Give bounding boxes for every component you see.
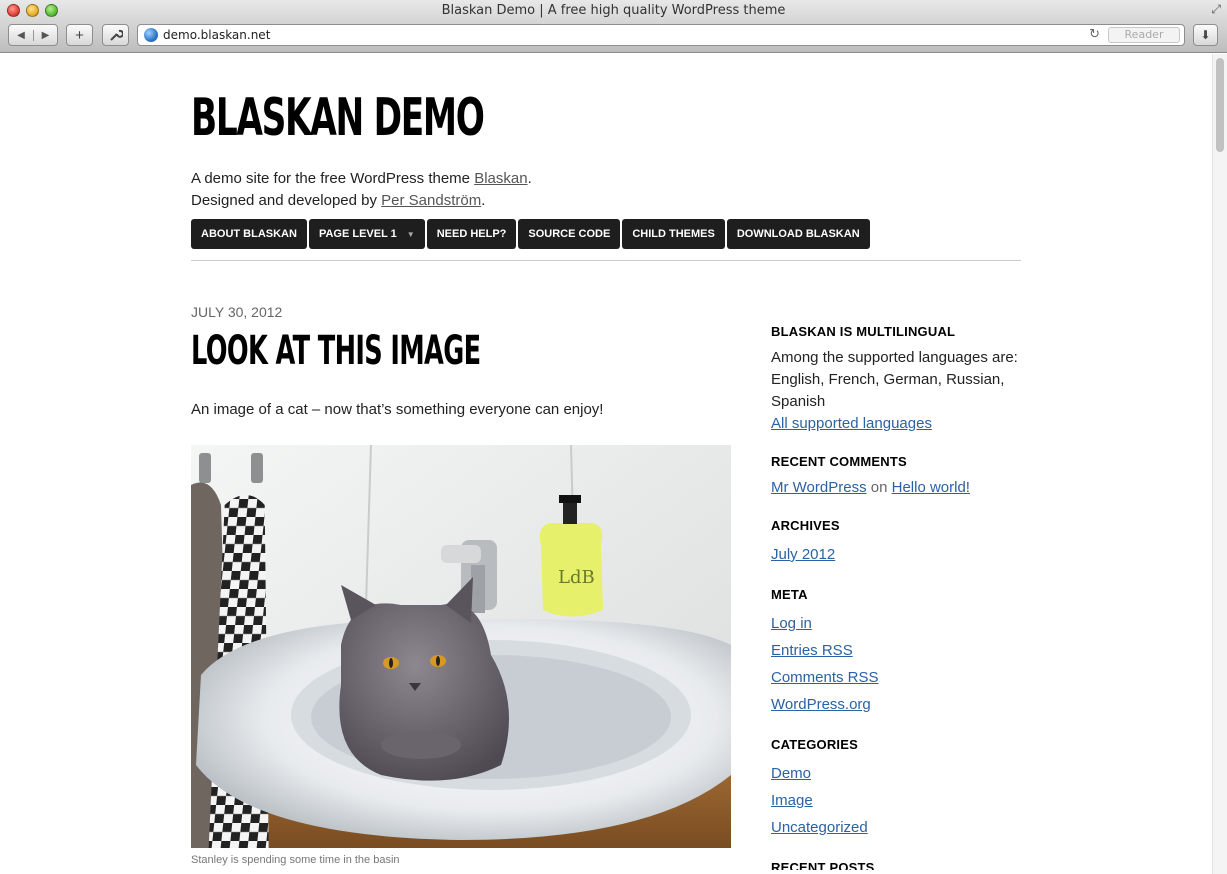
- downloads-icon[interactable]: ⬇: [1193, 24, 1218, 46]
- tagline-text: A demo site for the free WordPress theme: [191, 170, 475, 187]
- site-tagline: A demo site for the free WordPress theme…: [191, 168, 532, 212]
- bottle-label-text: LdB: [558, 567, 595, 588]
- widget-title: META: [771, 587, 808, 602]
- post-excerpt: An image of a cat – now that’s something…: [191, 401, 604, 418]
- sidebar: BLASKAN IS MULTILINGUAL Among the suppor…: [771, 324, 1031, 874]
- archive-link-july-2012[interactable]: July 2012: [771, 546, 835, 563]
- header-divider: [191, 260, 1021, 261]
- widget-title: BLASKAN IS MULTILINGUAL: [771, 324, 956, 339]
- multilingual-widget: BLASKAN IS MULTILINGUAL Among the suppor…: [771, 324, 1031, 435]
- back-forward-group: ◀ ▶: [8, 24, 58, 46]
- window-title: Blaskan Demo | A free high quality WordP…: [441, 3, 786, 18]
- nav-download-blaskan[interactable]: DOWNLOAD BLASKAN: [726, 219, 870, 249]
- post-title[interactable]: LOOK AT THIS IMAGE: [191, 328, 481, 374]
- archives-widget: ARCHIVES July 2012: [771, 518, 1031, 568]
- categories-widget: CATEGORIES Demo Image Uncategorized: [771, 737, 1031, 841]
- cat-in-sink-photo[interactable]: LdB: [191, 445, 731, 848]
- category-demo-link[interactable]: Demo: [771, 765, 811, 782]
- nav-label: PAGE LEVEL 1: [318, 228, 397, 240]
- reload-icon[interactable]: ↻: [1089, 27, 1100, 42]
- widget-text: Among the supported languages are: Engli…: [771, 349, 1018, 410]
- browser-toolbar: Blaskan Demo | A free high quality WordP…: [0, 0, 1227, 53]
- blaskan-link[interactable]: Blaskan: [474, 170, 527, 187]
- address-bar[interactable]: demo.blaskan.net ↻ Reader: [137, 24, 1185, 46]
- nav-need-help[interactable]: NEED HELP?: [426, 219, 517, 249]
- widget-title: RECENT COMMENTS: [771, 454, 907, 469]
- post-date[interactable]: JULY 30, 2012: [191, 304, 282, 320]
- site-title[interactable]: BLASKAN DEMO: [191, 88, 485, 148]
- image-caption: Stanley is spending some time in the bas…: [191, 854, 400, 866]
- author-link[interactable]: Per Sandström: [381, 192, 481, 209]
- main-navigation: ABOUT BLASKAN PAGE LEVEL 1 ▼ NEED HELP? …: [191, 219, 870, 249]
- widget-title: RECENT POSTS: [771, 860, 875, 870]
- wrench-icon[interactable]: [102, 24, 129, 46]
- tagline-punct: .: [481, 192, 486, 209]
- nav-about-blaskan[interactable]: ABOUT BLASKAN: [191, 219, 307, 249]
- dropdown-arrow-icon: ▼: [406, 229, 415, 239]
- back-button[interactable]: ◀: [9, 30, 33, 41]
- all-languages-link[interactable]: All supported languages: [771, 415, 932, 432]
- nav-child-themes[interactable]: CHILD THEMES: [622, 219, 725, 249]
- comment-on-text: on: [870, 479, 888, 496]
- comments-rss-link[interactable]: Comments RSS: [771, 669, 879, 686]
- scrollbar[interactable]: [1212, 54, 1227, 874]
- scrollbar-thumb[interactable]: [1216, 58, 1224, 152]
- log-in-link[interactable]: Log in: [771, 615, 812, 632]
- tagline-text: Designed and developed by: [191, 192, 382, 209]
- globe-icon: [144, 28, 158, 42]
- wordpress-org-link[interactable]: WordPress.org: [771, 696, 871, 713]
- recent-comments-widget: RECENT COMMENTS Mr WordPress on Hello wo…: [771, 454, 1031, 499]
- tagline-punct: .: [527, 170, 532, 187]
- recent-posts-widget: RECENT POSTS: [771, 860, 1031, 870]
- add-bookmark-button[interactable]: +: [66, 24, 93, 46]
- widget-title: CATEGORIES: [771, 737, 858, 752]
- comment-post-link[interactable]: Hello world!: [892, 479, 970, 496]
- widget-title: ARCHIVES: [771, 518, 840, 533]
- forward-button[interactable]: ▶: [32, 29, 57, 41]
- comment-author-link[interactable]: Mr WordPress: [771, 479, 867, 496]
- entries-rss-link[interactable]: Entries RSS: [771, 642, 853, 659]
- reader-button[interactable]: Reader: [1108, 27, 1180, 43]
- category-uncategorized-link[interactable]: Uncategorized: [771, 819, 868, 836]
- fullscreen-icon[interactable]: ⤢: [1211, 2, 1221, 17]
- meta-widget: META Log in Entries RSS Comments RSS Wor…: [771, 587, 1031, 718]
- nav-page-level-1[interactable]: PAGE LEVEL 1 ▼: [308, 219, 425, 249]
- nav-source-code[interactable]: SOURCE CODE: [518, 219, 621, 249]
- url-text[interactable]: demo.blaskan.net: [163, 28, 270, 42]
- category-image-link[interactable]: Image: [771, 792, 813, 809]
